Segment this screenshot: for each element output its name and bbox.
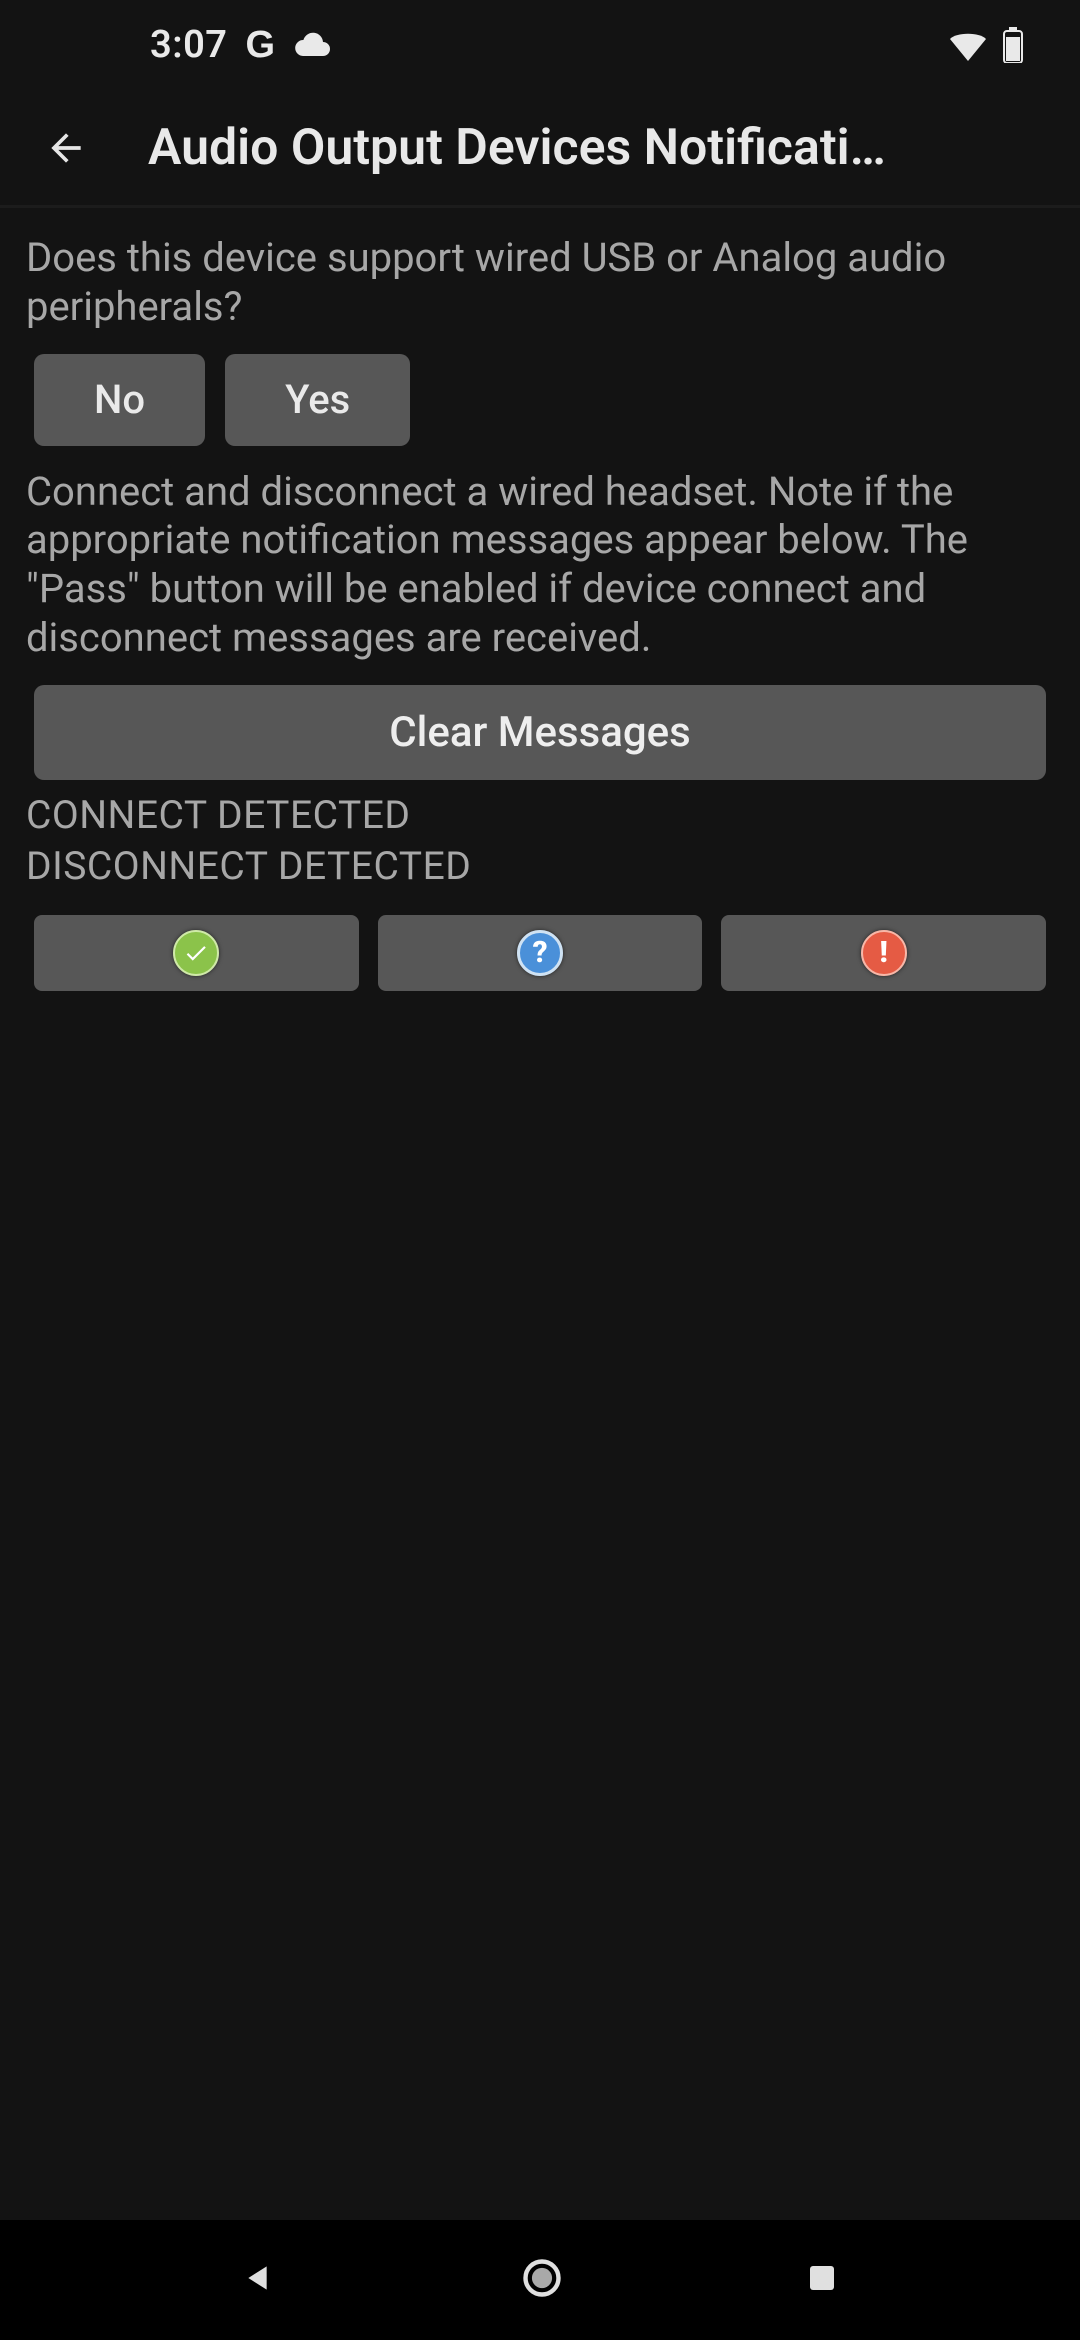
arrow-back-icon (44, 126, 88, 170)
log-line: CONNECT DETECTED (26, 792, 1054, 840)
status-bar: 3:07 G (0, 0, 1080, 90)
nav-back-button[interactable] (240, 2258, 280, 2302)
nav-recent-icon (804, 2260, 840, 2296)
nav-home-icon (520, 2256, 564, 2300)
google-g-icon: G (245, 24, 275, 67)
cloud-icon (293, 32, 333, 58)
navigation-bar (0, 2220, 1080, 2340)
back-button[interactable] (30, 112, 102, 184)
nav-home-button[interactable] (520, 2256, 564, 2304)
result-button-row: ? ! (34, 915, 1046, 991)
support-question-text: Does this device support wired USB or An… (26, 234, 1054, 332)
nav-back-icon (240, 2258, 280, 2298)
status-right (948, 27, 1024, 63)
status-left: 3:07 G (150, 23, 333, 67)
app-bar: Audio Output Devices Notificati… (0, 90, 1080, 208)
content-area: Does this device support wired USB or An… (0, 208, 1080, 991)
fail-button[interactable]: ! (721, 915, 1046, 991)
nav-recent-button[interactable] (804, 2260, 840, 2300)
question-circle-icon: ? (517, 930, 563, 976)
message-log: CONNECT DETECTED DISCONNECT DETECTED (26, 792, 1054, 891)
pass-button[interactable] (34, 915, 359, 991)
battery-icon (1002, 27, 1024, 63)
check-circle-icon (173, 930, 219, 976)
wifi-icon (948, 29, 988, 61)
exclamation-circle-icon: ! (861, 930, 907, 976)
yes-no-row: No Yes (34, 354, 1054, 446)
log-line: DISCONNECT DETECTED (26, 843, 1054, 891)
page-title: Audio Output Devices Notificati… (148, 119, 886, 177)
instructions-text: Connect and disconnect a wired headset. … (26, 468, 1054, 663)
yes-button[interactable]: Yes (225, 354, 410, 446)
clear-messages-button[interactable]: Clear Messages (34, 685, 1046, 780)
status-time: 3:07 (150, 23, 227, 67)
no-button[interactable]: No (34, 354, 205, 446)
info-button[interactable]: ? (378, 915, 703, 991)
